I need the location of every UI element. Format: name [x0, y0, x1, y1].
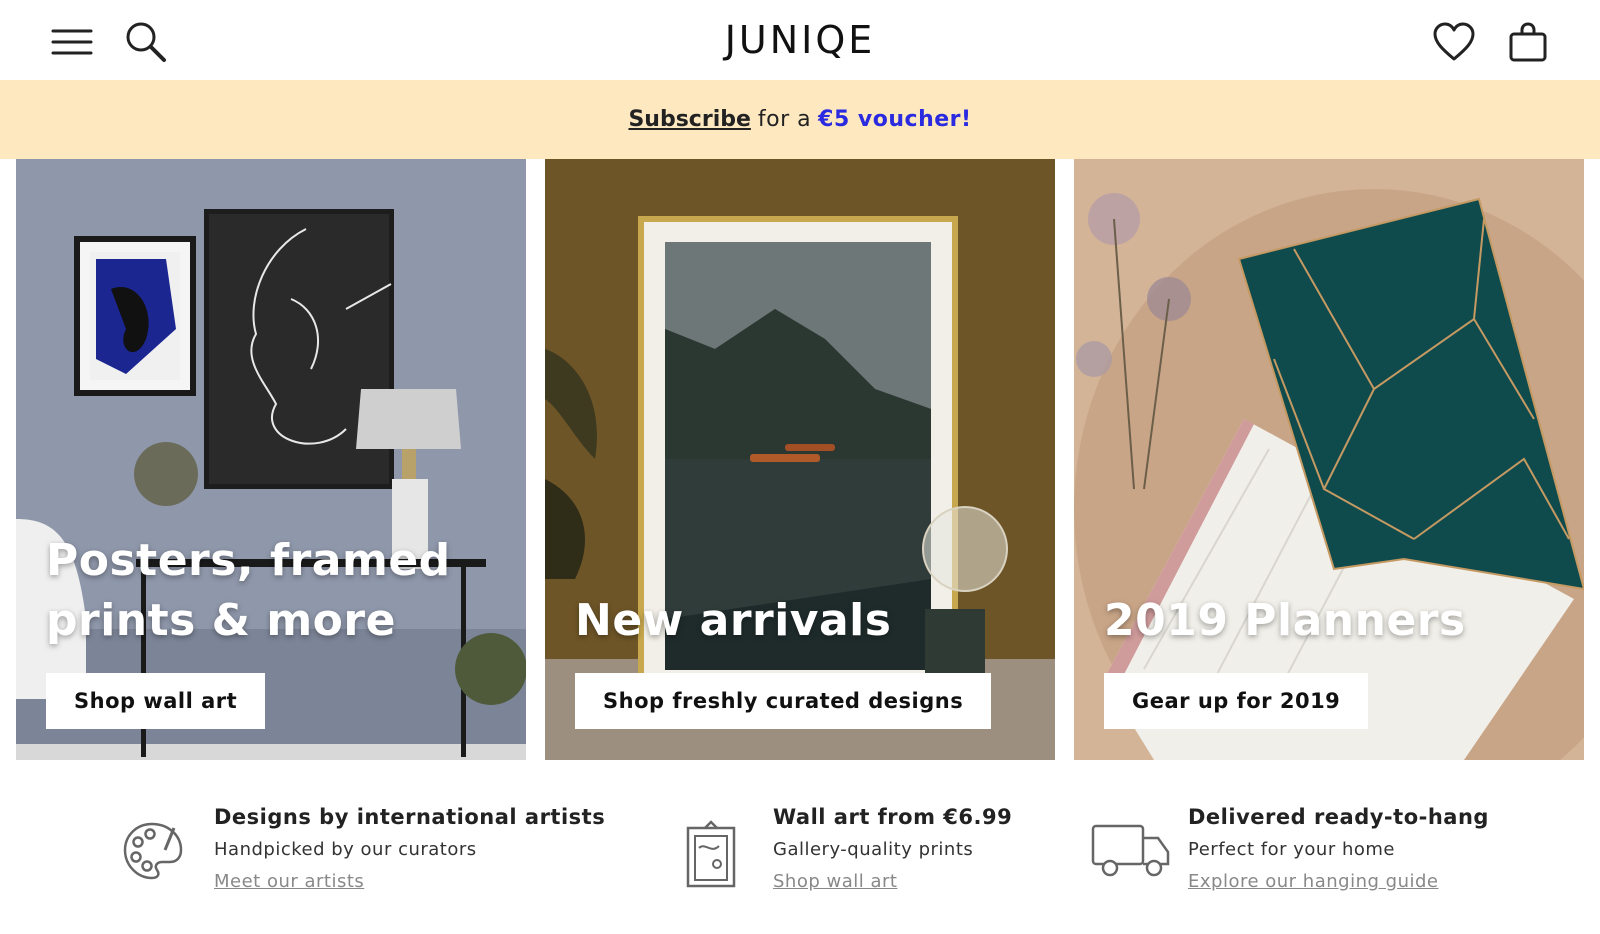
feature-subtitle: Perfect for your home	[1188, 839, 1395, 860]
feature-subtitle: Handpicked by our curators	[214, 839, 477, 860]
feature-artists: Designs by international artists Handpic…	[214, 805, 605, 892]
feature-delivery: Delivered ready-to-hang Perfect for your…	[1188, 805, 1489, 892]
tile-title-line2: prints & more	[46, 595, 396, 646]
feature-title: Designs by international artists	[214, 805, 606, 829]
tile-new-arrivals-image	[545, 159, 1055, 760]
voucher-text: €5 voucher!	[818, 107, 972, 132]
shopping-bag-icon[interactable]	[1504, 18, 1552, 66]
site-logo[interactable]: JUNIQE	[0, 18, 1600, 62]
tile-planners[interactable]: 2019 Planners Gear up for 2019	[1074, 159, 1584, 760]
tile-new-arrivals[interactable]: New arrivals Shop freshly curated design…	[545, 159, 1055, 760]
promo-text: for a	[757, 107, 812, 132]
gear-up-button[interactable]: Gear up for 2019	[1104, 673, 1369, 729]
feature-pricing: Wall art from €6.99 Gallery-quality prin…	[773, 805, 1012, 892]
feature-title: Wall art from €6.99	[773, 805, 1013, 829]
tile-wall-art-image	[16, 159, 526, 760]
tile-title: New arrivals	[575, 595, 892, 646]
tile-title: 2019 Planners	[1104, 595, 1466, 646]
promo-banner: Subscribe for a €5 voucher!	[0, 80, 1600, 159]
meet-our-artists-link[interactable]: Meet our artists	[214, 871, 605, 892]
heart-icon[interactable]	[1430, 18, 1478, 66]
delivery-truck-icon	[1090, 820, 1172, 886]
subscribe-link[interactable]: Subscribe	[628, 107, 750, 132]
shop-wall-art-link[interactable]: Shop wall art	[773, 871, 1012, 892]
tile-wall-art[interactable]: Posters, framed prints & more Shop wall …	[16, 159, 526, 760]
shop-freshly-curated-designs-button[interactable]: Shop freshly curated designs	[575, 673, 992, 729]
feature-subtitle: Gallery-quality prints	[773, 839, 974, 860]
hanging-guide-link[interactable]: Explore our hanging guide	[1188, 871, 1489, 892]
tile-planners-image	[1074, 159, 1584, 760]
tile-title-line1: Posters, framed	[46, 535, 451, 586]
feature-title: Delivered ready-to-hang	[1188, 805, 1489, 829]
site-header: JUNIQE	[0, 0, 1600, 80]
palette-icon	[122, 820, 184, 886]
shop-wall-art-button[interactable]: Shop wall art	[46, 673, 266, 729]
framed-print-icon	[685, 820, 737, 894]
